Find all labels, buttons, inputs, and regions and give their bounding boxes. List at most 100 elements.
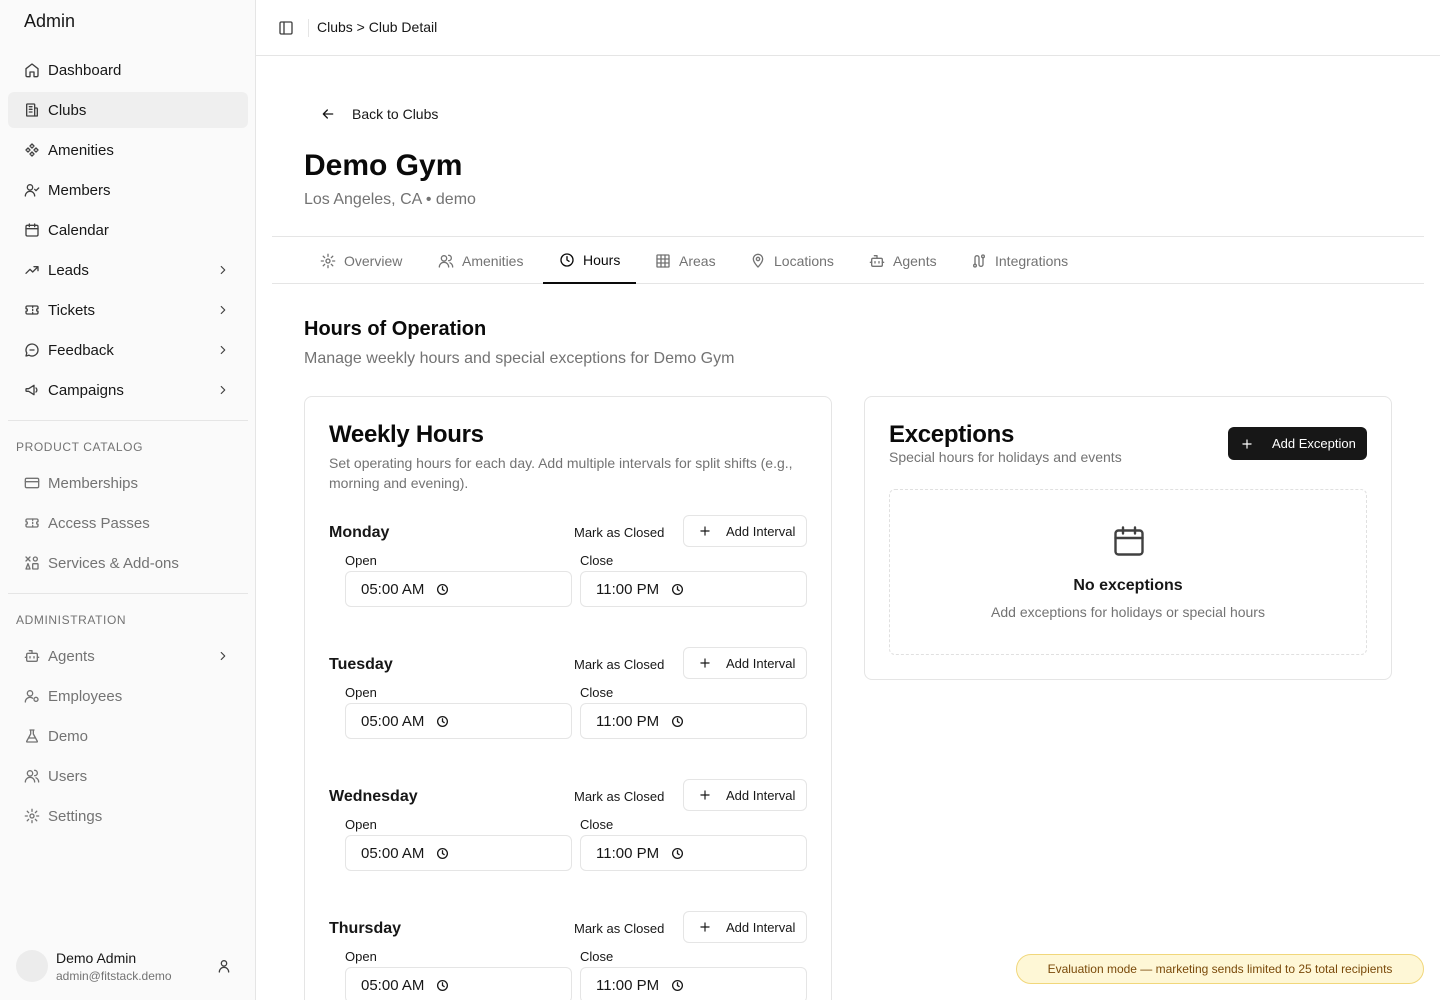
open-label: Open [345, 817, 377, 832]
sidebar-item-memberships[interactable]: Memberships [8, 465, 248, 501]
message-circle-icon [25, 343, 39, 357]
avatar [16, 950, 48, 982]
route-icon [973, 253, 985, 268]
divider [308, 19, 309, 37]
tab-label: Agents [893, 252, 937, 269]
day-row-thursday: Thursday Mark as Closed Add Interval Ope… [329, 911, 807, 1000]
clock-icon[interactable] [671, 847, 684, 860]
sidebar-item-tickets[interactable]: Tickets [8, 292, 248, 328]
catalog-nav: Memberships Access Passes Services & Add… [8, 465, 248, 585]
sidebar-item-clubs[interactable]: Clubs [8, 92, 248, 128]
close-time-input[interactable]: 11:00 PM [580, 703, 807, 739]
tab-integrations[interactable]: Integrations [955, 237, 1084, 284]
sidebar-item-settings[interactable]: Settings [8, 798, 248, 834]
home-icon [25, 63, 39, 78]
megaphone-icon [25, 384, 38, 396]
chevron-right-icon [220, 305, 226, 315]
close-time-input[interactable]: 11:00 PM [580, 967, 807, 1000]
gear-icon [320, 253, 336, 268]
clock-icon[interactable] [671, 715, 684, 728]
section-label-administration: ADMINISTRATION [16, 613, 127, 627]
sidebar-item-feedback[interactable]: Feedback [8, 332, 248, 368]
clock-icon[interactable] [436, 847, 449, 860]
clock-icon[interactable] [671, 979, 684, 992]
add-interval-button[interactable]: Add Interval [683, 515, 807, 547]
open-time-input[interactable]: 05:00 AM [345, 835, 572, 871]
section-subtitle: Manage weekly hours and special exceptio… [304, 350, 735, 367]
sidebar-item-access-passes[interactable]: Access Passes [8, 505, 248, 541]
mark-as-closed-button[interactable]: Mark as Closed [574, 657, 664, 672]
chevron-right-icon [220, 385, 226, 395]
tab-label: Hours [583, 251, 621, 268]
sidebar-item-members[interactable]: Members [8, 172, 248, 208]
mark-as-closed-button[interactable]: Mark as Closed [574, 525, 664, 540]
empty-state-subtitle: Add exceptions for holidays or special h… [991, 604, 1265, 620]
map-pin-icon [752, 253, 764, 268]
card-title: Weekly Hours [329, 421, 484, 448]
close-time-input[interactable]: 11:00 PM [580, 835, 807, 871]
sidebar-item-services-addons[interactable]: Services & Add-ons [8, 545, 248, 581]
weekly-hours-card: Weekly Hours Set operating hours for eac… [304, 396, 832, 1000]
amenities-icon [25, 143, 39, 157]
credit-card-icon [24, 477, 40, 489]
sidebar-item-agents[interactable]: Agents [8, 638, 248, 674]
clock-icon[interactable] [671, 583, 684, 596]
open-time-input[interactable]: 05:00 AM [345, 967, 572, 1000]
add-interval-button[interactable]: Add Interval [683, 911, 807, 943]
users-icon [24, 769, 40, 783]
calendar-icon [1114, 526, 1144, 556]
sidebar-item-amenities[interactable]: Amenities [8, 132, 248, 168]
sidebar-item-label: Settings [48, 807, 103, 825]
tab-label: Areas [679, 252, 716, 269]
button-label: Add Interval [726, 919, 796, 935]
add-interval-button[interactable]: Add Interval [683, 779, 807, 811]
sidebar-item-label: Users [48, 767, 88, 785]
user-name: Demo Admin [56, 950, 137, 966]
section-title: Hours of Operation [304, 318, 487, 340]
sidebar-item-label: Access Passes [48, 514, 150, 532]
clock-icon[interactable] [436, 583, 449, 596]
sidebar-item-users[interactable]: Users [8, 758, 248, 794]
sidebar-toggle-icon[interactable] [278, 20, 294, 36]
mark-as-closed-button[interactable]: Mark as Closed [574, 921, 664, 936]
tab-overview[interactable]: Overview [304, 237, 418, 284]
section-label-catalog: PRODUCT CATALOG [16, 440, 144, 454]
sidebar-item-label: Memberships [48, 474, 139, 492]
chevron-right-icon [220, 265, 226, 275]
sidebar-item-label: Demo [48, 727, 89, 745]
sidebar-item-calendar[interactable]: Calendar [8, 212, 248, 248]
admin-nav: Agents Employees Demo Users Settings [8, 638, 248, 838]
sidebar-item-leads[interactable]: Leads [8, 252, 248, 288]
sidebar-item-employees[interactable]: Employees [8, 678, 248, 714]
users-icon [438, 254, 454, 268]
user-icon[interactable] [216, 958, 232, 974]
open-time-input[interactable]: 05:00 AM [345, 571, 572, 607]
add-exception-button[interactable]: Add Exception [1228, 427, 1367, 460]
clock-icon[interactable] [436, 979, 449, 992]
open-time-input[interactable]: 05:00 AM [345, 703, 572, 739]
mark-as-closed-button[interactable]: Mark as Closed [574, 789, 664, 804]
day-row-wednesday: Wednesday Mark as Closed Add Interval Op… [329, 779, 807, 879]
back-to-clubs-link[interactable]: Back to Clubs [320, 104, 438, 124]
open-label: Open [345, 685, 377, 700]
sidebar-item-campaigns[interactable]: Campaigns [8, 372, 248, 408]
tab-amenities[interactable]: Amenities [422, 237, 539, 284]
arrow-left-icon [322, 109, 334, 119]
plus-icon [1242, 438, 1252, 449]
bot-icon [24, 650, 40, 662]
button-label: Add Exception [1272, 436, 1356, 451]
tab-locations[interactable]: Locations [734, 237, 850, 284]
bot-icon [869, 254, 885, 267]
tab-areas[interactable]: Areas [639, 237, 732, 284]
tab-agents[interactable]: Agents [853, 237, 953, 284]
chevron-right-icon [220, 345, 226, 355]
close-time-input[interactable]: 11:00 PM [580, 571, 807, 607]
add-interval-button[interactable]: Add Interval [683, 647, 807, 679]
clock-icon[interactable] [436, 715, 449, 728]
sidebar-item-dashboard[interactable]: Dashboard [8, 52, 248, 88]
sidebar-item-demo[interactable]: Demo [8, 718, 248, 754]
user-email: admin@fitstack.demo [56, 969, 172, 983]
user-profile[interactable]: Demo Admin admin@fitstack.demo [16, 948, 240, 988]
tab-hours[interactable]: Hours [543, 237, 637, 284]
empty-state-title: No exceptions [1073, 577, 1183, 594]
